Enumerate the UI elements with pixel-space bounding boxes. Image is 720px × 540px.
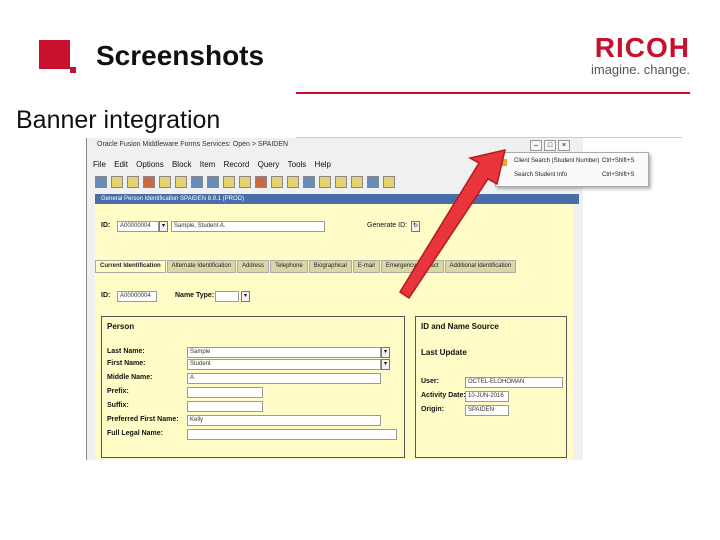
options-icon[interactable] — [351, 176, 363, 188]
menu-record[interactable]: Record — [224, 160, 250, 169]
tab-alternate-identification[interactable]: Alternate Identification — [166, 260, 237, 273]
source-header: ID and Name Source — [421, 322, 499, 331]
key-id-search-button[interactable]: ▾ — [159, 221, 168, 232]
count-query-icon[interactable] — [319, 176, 331, 188]
preferred-name-field[interactable]: Kelly — [187, 415, 381, 426]
spaiden-form: ID: A00000004 ▾ Sample, Student A. Gener… — [95, 204, 573, 460]
menu-search-student-shortcut: Ctrl+Shift+S — [602, 172, 635, 178]
tab-current-identification[interactable]: Current Identification — [95, 260, 166, 273]
prefix-label: Prefix: — [107, 388, 129, 395]
menu-edit[interactable]: Edit — [114, 160, 128, 169]
exit-icon[interactable] — [127, 176, 139, 188]
first-name-label: First Name: — [107, 360, 146, 367]
enter-query-icon[interactable] — [255, 176, 267, 188]
window-title: Oracle Fusion Middleware Forms Services:… — [97, 141, 289, 148]
preferred-name-label: Preferred First Name: — [107, 416, 179, 423]
next-record-icon[interactable] — [239, 176, 251, 188]
middle-name-label: Middle Name: — [107, 374, 153, 381]
user-label: User: — [421, 378, 439, 385]
insert-record-icon[interactable] — [159, 176, 171, 188]
name-type-field[interactable] — [215, 291, 239, 302]
tab-emergency-contact[interactable]: Emergency Contact — [380, 260, 444, 273]
save-icon[interactable] — [95, 176, 107, 188]
key-name-field[interactable]: Sample, Student A. — [171, 221, 325, 232]
maximize-icon[interactable]: □ — [544, 140, 556, 151]
name-type-label: Name Type: — [175, 292, 215, 299]
close-icon[interactable]: × — [558, 140, 570, 151]
last-name-field[interactable]: Sample — [187, 347, 381, 358]
name-type-dropdown[interactable]: ▾ — [241, 291, 250, 302]
tab-biographical[interactable]: Biographical — [308, 260, 352, 273]
last-name-dropdown[interactable]: ▾ — [381, 347, 390, 358]
print-icon[interactable] — [111, 176, 123, 188]
menu-options[interactable]: Options — [136, 160, 164, 169]
context-menu: Client Search (Student Number) Ctrl+Shif… — [495, 152, 649, 187]
current-id-label: ID: — [101, 292, 111, 299]
menu-item-icon — [500, 159, 507, 166]
middle-name-field[interactable]: A — [187, 373, 381, 384]
first-name-field[interactable]: Student — [187, 359, 381, 370]
window-controls: – □ × — [530, 140, 570, 151]
activity-date-label: Activity Date: — [421, 392, 466, 399]
menu-search-student-info[interactable]: Search Student Info — [514, 172, 567, 178]
slide-bullet-icon — [39, 40, 70, 69]
generate-id-label: Generate ID: — [367, 222, 408, 229]
suffix-field[interactable] — [187, 401, 263, 412]
window-titlebar: Oracle Fusion Middleware Forms Services:… — [87, 138, 583, 151]
prefix-field[interactable] — [187, 387, 263, 398]
logo-word: RICOH — [594, 32, 690, 63]
full-legal-name-label: Full Legal Name: — [107, 430, 164, 437]
last-update-header: Last Update — [421, 348, 467, 357]
tab-address[interactable]: Address — [237, 260, 270, 273]
key-id-field[interactable]: A00000004 — [117, 221, 159, 232]
activity-date-field[interactable]: 10-JUN-2016 — [465, 391, 509, 402]
previous-block-icon[interactable] — [191, 176, 203, 188]
menu-query[interactable]: Query — [258, 160, 280, 169]
slide-subtitle: Banner integration — [16, 106, 221, 134]
title-rule — [296, 92, 690, 94]
cancel-query-icon[interactable] — [287, 176, 299, 188]
full-legal-name-field[interactable] — [187, 429, 397, 440]
previous-record-icon[interactable] — [223, 176, 235, 188]
key-id-label: ID: — [101, 222, 111, 229]
minimize-icon[interactable]: – — [530, 140, 542, 151]
toolbar — [95, 176, 435, 190]
menu-block[interactable]: Block — [172, 160, 192, 169]
origin-label: Origin: — [421, 406, 444, 413]
list-values-icon[interactable] — [303, 176, 315, 188]
person-header: Person — [107, 322, 135, 331]
form-title-bar: General Person Identification SPAIDEN 8.… — [95, 194, 579, 204]
tab-email[interactable]: E-mail — [352, 260, 380, 273]
first-name-dropdown[interactable]: ▾ — [381, 359, 390, 370]
current-id-field[interactable]: A00000004 — [117, 291, 157, 302]
menu-item[interactable]: Item — [200, 160, 216, 169]
menu-tools[interactable]: Tools — [288, 160, 307, 169]
user-field[interactable]: OCTEL-ELOHOMAN — [465, 377, 563, 388]
next-block-icon[interactable] — [207, 176, 219, 188]
slide-bullet-dot-icon — [70, 67, 76, 73]
remove-record-icon[interactable] — [175, 176, 187, 188]
help-icon[interactable] — [335, 176, 347, 188]
tab-additional-identification[interactable]: Additional Identification — [444, 260, 517, 273]
execute-query-icon[interactable] — [271, 176, 283, 188]
origin-field[interactable]: SPAIDEN — [465, 405, 509, 416]
slide-title: Screenshots — [96, 40, 265, 71]
tab-strip: Current Identification Alternate Identif… — [95, 260, 517, 273]
menu-help[interactable]: Help — [315, 160, 331, 169]
scroll-icon[interactable] — [367, 176, 379, 188]
menu-client-search[interactable]: Client Search (Student Number) — [514, 158, 599, 164]
menu-file[interactable]: File — [93, 160, 106, 169]
lightbulb-icon[interactable] — [383, 176, 395, 188]
ricoh-logo: RICOH imagine. change. — [585, 33, 690, 77]
suffix-label: Suffix: — [107, 402, 129, 409]
menu-client-search-shortcut: Ctrl+Shift+S — [602, 158, 635, 164]
tab-telephone[interactable]: Telephone — [270, 260, 308, 273]
generate-id-button[interactable]: ↻ — [411, 221, 420, 232]
logo-tagline: imagine. change. — [590, 62, 690, 77]
last-name-label: Last Name: — [107, 348, 145, 355]
rollback-icon[interactable] — [143, 176, 155, 188]
